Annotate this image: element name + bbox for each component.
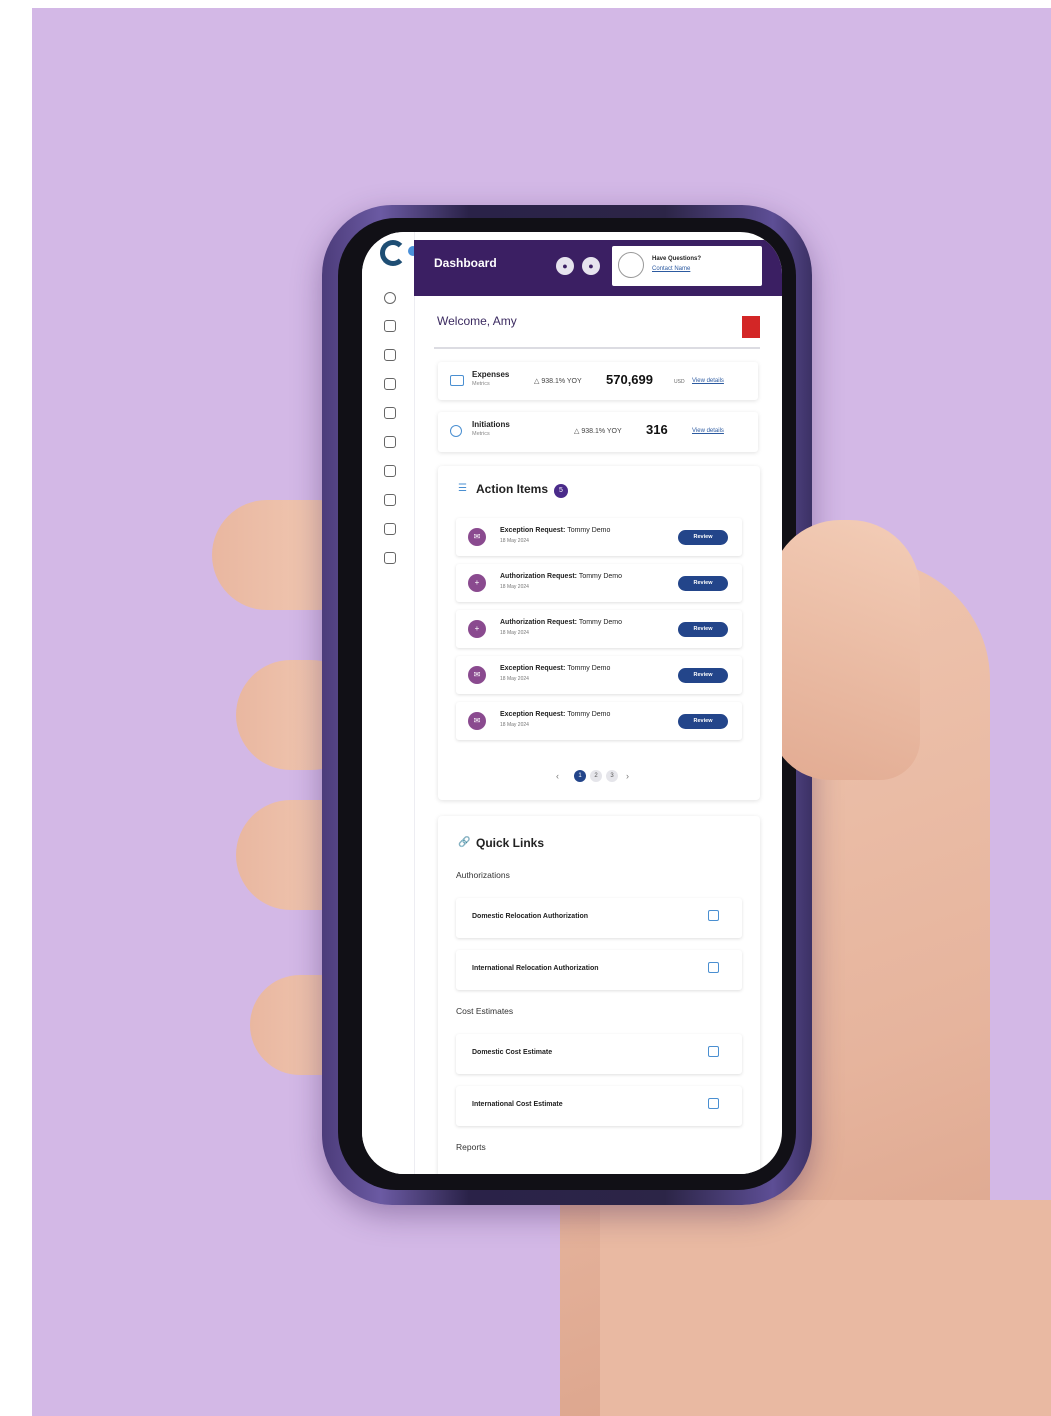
monitor-icon[interactable] <box>384 407 396 419</box>
divider <box>434 347 760 349</box>
quick-link-label: International Relocation Authorization <box>472 965 599 972</box>
file-icon[interactable] <box>384 552 396 564</box>
section-title: Quick Links <box>476 836 545 850</box>
action-date: 18 May 2024 <box>500 722 529 728</box>
page-3-button[interactable]: 3 <box>606 770 618 782</box>
exception-request-icon: ✉ <box>468 712 486 730</box>
metric-yoy: △ 938.1% YOY <box>534 378 582 385</box>
authorization-request-icon: + <box>468 620 486 638</box>
contact-avatar <box>618 252 644 278</box>
review-button[interactable]: Review <box>678 622 728 637</box>
page-2-button[interactable]: 2 <box>590 770 602 782</box>
app-logo[interactable] <box>380 240 406 266</box>
action-date: 18 May 2024 <box>500 538 529 544</box>
help-question: Have Questions? <box>652 256 702 262</box>
action-title: Exception Request: Tommy Demo <box>500 665 611 672</box>
network-icon[interactable] <box>384 320 396 332</box>
action-date: 18 May 2024 <box>500 676 529 682</box>
view-details-link[interactable]: View details <box>692 428 724 434</box>
external-link-icon[interactable] <box>708 1046 719 1057</box>
phone-screen: Dashboard ● ● Have Questions? Contact Na… <box>362 232 782 1174</box>
metric-value: 316 <box>646 422 668 437</box>
book-icon[interactable] <box>384 523 396 535</box>
quick-link-label: Domestic Relocation Authorization <box>472 913 589 920</box>
contact-card-icon[interactable] <box>384 465 396 477</box>
quick-link[interactable]: International Relocation Authorization <box>456 950 742 990</box>
quick-link-label: Domestic Cost Estimate <box>472 1049 553 1056</box>
quick-link[interactable]: International Cost Estimate <box>456 1086 742 1126</box>
metric-unit: USD <box>674 379 685 385</box>
thumb <box>770 520 920 780</box>
metric-sub: Metrics <box>472 381 490 387</box>
count-badge: 5 <box>554 484 568 498</box>
metric-card-expenses: Expenses Metrics △ 938.1% YOY 570,699 US… <box>438 362 758 400</box>
action-item[interactable]: ✉ Exception Request: Tommy Demo 18 May 2… <box>456 656 742 694</box>
action-item[interactable]: ✉ Exception Request: Tommy Demo 18 May 2… <box>456 702 742 740</box>
hand-wrist <box>600 1200 1051 1416</box>
quick-link-label: International Cost Estimate <box>472 1101 563 1108</box>
action-item[interactable]: ✉ Exception Request: Tommy Demo 18 May 2… <box>456 518 742 556</box>
action-date: 18 May 2024 <box>500 584 529 590</box>
prev-page-button[interactable]: ‹ <box>556 770 559 782</box>
quick-link[interactable]: Domestic Relocation Authorization <box>456 898 742 938</box>
group-label: Cost Estimates <box>456 1006 514 1016</box>
top-header: Dashboard ● ● Have Questions? Contact Na… <box>414 240 782 296</box>
action-title: Exception Request: Tommy Demo <box>500 711 611 718</box>
info-icon[interactable] <box>384 292 396 304</box>
external-link-icon[interactable] <box>708 962 719 973</box>
quick-links-card: 🔗 Quick Links Authorizations Domestic Re… <box>438 816 760 1174</box>
action-item[interactable]: + Authorization Request: Tommy Demo 18 M… <box>456 564 742 602</box>
action-title: Authorization Request: Tommy Demo <box>500 573 623 580</box>
page-1-button[interactable]: 1 <box>574 770 586 782</box>
welcome-text: Welcome, Amy <box>437 314 517 328</box>
quick-link[interactable]: Domestic Cost Estimate <box>456 1034 742 1074</box>
contact-link[interactable]: Contact Name <box>652 266 690 272</box>
action-date: 18 May 2024 <box>500 630 529 636</box>
action-items-card: ☰ Action Items 5 ✉ Exception Request: To… <box>438 466 760 800</box>
external-link-icon[interactable] <box>708 910 719 921</box>
metric-yoy: △ 938.1% YOY <box>574 428 622 435</box>
metric-card-initiations: Initiations Metrics △ 938.1% YOY 316 Vie… <box>438 412 758 452</box>
authorization-request-icon: + <box>468 574 486 592</box>
billing-icon[interactable] <box>384 349 396 361</box>
action-title: Exception Request: Tommy Demo <box>500 527 611 534</box>
document-icon[interactable] <box>384 436 396 448</box>
next-page-button[interactable]: › <box>626 770 629 782</box>
link-icon: 🔗 <box>458 837 471 848</box>
view-details-link[interactable]: View details <box>692 378 724 384</box>
page-title: Dashboard <box>434 256 497 270</box>
metric-name: Expenses <box>472 370 510 379</box>
add-user-icon[interactable] <box>384 378 396 390</box>
help-panel: Have Questions? Contact Name <box>612 246 762 286</box>
review-button[interactable]: Review <box>678 714 728 729</box>
user-metric-icon <box>450 425 462 437</box>
group-label: Reports <box>456 1142 486 1152</box>
review-button[interactable]: Review <box>678 668 728 683</box>
review-button[interactable]: Review <box>678 530 728 545</box>
side-nav <box>362 232 418 1174</box>
metric-sub: Metrics <box>472 431 490 437</box>
group-label: Authorizations <box>456 870 510 880</box>
chart-icon[interactable] <box>384 494 396 506</box>
external-link-icon[interactable] <box>708 1098 719 1109</box>
exception-request-icon: ✉ <box>468 528 486 546</box>
user-icon[interactable]: ● <box>582 257 600 275</box>
list-icon: ☰ <box>458 483 467 494</box>
bell-icon[interactable]: ● <box>556 257 574 275</box>
metric-value: 570,699 <box>606 372 653 387</box>
exception-request-icon: ✉ <box>468 666 486 684</box>
review-button[interactable]: Review <box>678 576 728 591</box>
company-logo <box>742 316 760 338</box>
credit-card-icon <box>450 375 464 386</box>
action-title: Authorization Request: Tommy Demo <box>500 619 623 626</box>
metric-name: Initiations <box>472 420 510 429</box>
section-title: Action Items <box>476 482 549 496</box>
action-item[interactable]: + Authorization Request: Tommy Demo 18 M… <box>456 610 742 648</box>
